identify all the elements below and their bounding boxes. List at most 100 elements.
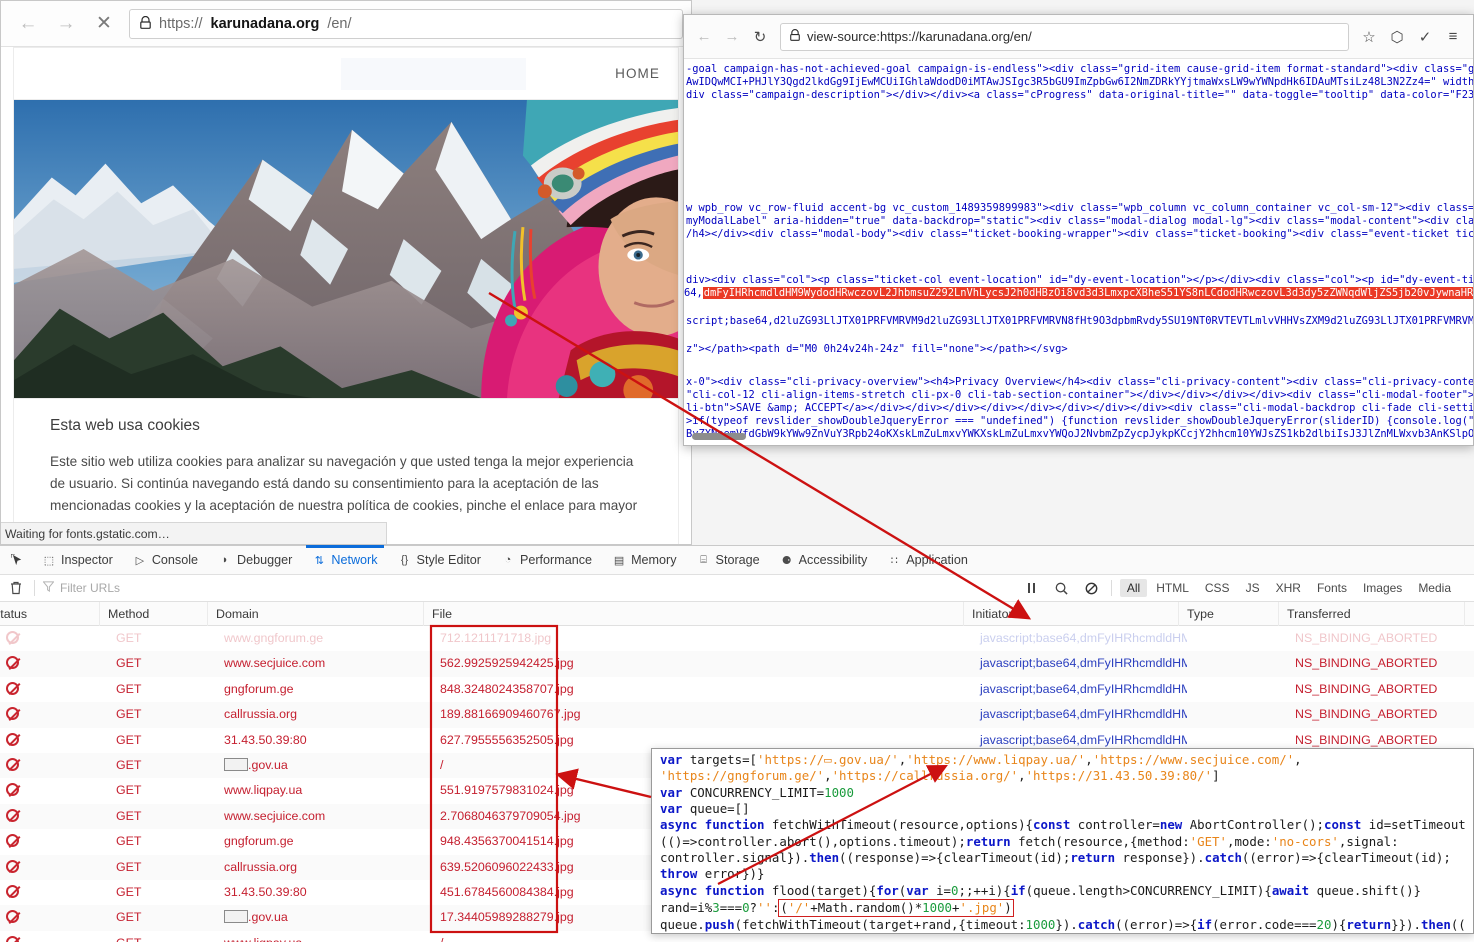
- status-blocked-icon: [0, 651, 108, 676]
- cell-file: 848.3248024358707.jpg: [440, 681, 574, 696]
- tab-network[interactable]: ⇅ Network: [302, 545, 387, 574]
- stop-button[interactable]: ✕: [85, 7, 123, 41]
- cell-transferred: NS_BINDING_ABORTED: [1295, 681, 1438, 696]
- status-blocked-icon: [0, 728, 108, 753]
- toolbar-divider-2: [1110, 580, 1112, 596]
- cell-method: GET: [116, 757, 142, 772]
- style-editor-icon: {}: [400, 554, 409, 566]
- toolbar-divider: [34, 580, 35, 596]
- highlighted-base64: dmFyIHRhcmdldHM9WydodHRwczovL2JhbmsuZ292…: [702, 287, 1473, 300]
- source-line: myModalLabel" aria-hidden="true" data-ba…: [686, 215, 1473, 227]
- pocket-icon[interactable]: ✓: [1411, 23, 1439, 51]
- column-header-status[interactable]: Status: [0, 602, 100, 626]
- type-filter-fonts[interactable]: Fonts: [1310, 579, 1354, 597]
- cell-method: GET: [116, 707, 142, 722]
- search-icon[interactable]: [1051, 582, 1073, 595]
- type-filter-xhr[interactable]: XHR: [1269, 579, 1308, 597]
- clear-icon[interactable]: [6, 581, 26, 595]
- vs-forward-button[interactable]: →: [718, 23, 746, 51]
- column-header-transferred[interactable]: Transferred: [1279, 602, 1465, 626]
- type-filter-js[interactable]: JS: [1239, 579, 1267, 597]
- code-line: var CONCURRENCY_LIMIT=1000: [660, 784, 854, 800]
- cell-method: GET: [116, 631, 142, 645]
- column-header-file[interactable]: File: [424, 602, 964, 626]
- table-row[interactable]: GET www.secjuice.com 562.9925925942425.jpg…: [0, 651, 1474, 677]
- tab-storage[interactable]: ⌸ Storage: [687, 546, 770, 574]
- table-row[interactable]: GET gngforum.ge 848.3248024358707.jpg javas…: [0, 676, 1474, 703]
- element-picker-button[interactable]: [2, 546, 32, 574]
- cell-file: 189.88166909460767.jpg: [440, 707, 581, 722]
- application-icon: ∷: [890, 554, 898, 567]
- type-filter-css[interactable]: CSS: [1198, 579, 1237, 597]
- filter-urls-input[interactable]: Filter URLs: [42, 581, 343, 595]
- type-filter-images[interactable]: Images: [1356, 579, 1409, 597]
- cell-transferred: NS_BINDING_ABORTED: [1295, 631, 1438, 645]
- tab-memory[interactable]: ▤ Memory: [602, 546, 686, 574]
- table-row[interactable]: GET www.gngforum.ge 712.1211171718.jpg java…: [0, 626, 1474, 652]
- source-line: /h4></div><div class="modal-body"><div c…: [686, 228, 1473, 240]
- code-line: var targets=['https://▭.gov.ua/','https:…: [660, 752, 1302, 767]
- shield-icon[interactable]: ⬡: [1383, 23, 1411, 51]
- source-line: "cli-col-12 cli-align-items-stretch cli-…: [686, 389, 1473, 401]
- debugger-icon: ◗: [221, 554, 229, 566]
- source-line: AwIDQwMCI+PHJlY3Qgd2lkdGg9IjEwMCUiIGhlaW…: [686, 76, 1473, 88]
- tab-inspector[interactable]: ⬚ Inspector: [32, 546, 123, 574]
- code-line: controller.signal}).then((response)=>{cl…: [660, 849, 1451, 865]
- cell-method: GET: [116, 910, 142, 925]
- table-row[interactable]: GET callrussia.org 189.88166909460767.jpg j…: [0, 702, 1474, 728]
- status-blocked-icon: [0, 905, 108, 930]
- browser-status-bar: Waiting for fonts.gstatic.com…: [1, 522, 387, 544]
- column-header-method[interactable]: Method: [100, 602, 208, 626]
- tab-accessibility[interactable]: ⚈ Accessibility: [770, 546, 878, 574]
- status-blocked-icon: [0, 677, 108, 702]
- table-header-row: StatusMethodDomainFileInitiatorTypeTrans…: [0, 602, 1474, 626]
- bookmark-star-icon[interactable]: ☆: [1355, 23, 1383, 51]
- cell-initiator: javascript;base64,dmFyIHRhcmdldHM9W…: [980, 631, 1187, 645]
- type-filter-group: All HTML CSS JS XHR Fonts Images Media: [1119, 579, 1468, 597]
- cell-domain: www.gngforum.ge: [224, 631, 324, 645]
- cell-method: GET: [116, 681, 142, 696]
- vs-back-button[interactable]: ←: [690, 23, 718, 51]
- address-bar[interactable]: https:// karunadana.org/en/: [129, 8, 683, 39]
- block-icon[interactable]: [1081, 582, 1103, 595]
- status-blocked-icon: [0, 778, 108, 803]
- source-line: li-btn">SAVE &amp; ACCEPT</a></div></div…: [686, 402, 1473, 414]
- menu-icon[interactable]: ≡: [1439, 23, 1467, 51]
- vs-address-bar[interactable]: view-source:https://karunadana.org/en/: [780, 22, 1349, 51]
- source-line: z"></path><path d="M0 0h24v24h-24z" fill…: [686, 343, 1068, 355]
- column-header-domain[interactable]: Domain: [208, 602, 424, 626]
- column-header-type[interactable]: Type: [1179, 602, 1279, 626]
- source-line: >if(typeof revslider_showDoubleJqueryErr…: [686, 415, 1473, 427]
- code-line: var queue=[]: [660, 800, 750, 816]
- tab-label: Application: [906, 553, 968, 567]
- source-line: x-0"><div class="cli-privacy-overview"><…: [686, 376, 1473, 388]
- tab-style-editor[interactable]: {} Style Editor: [388, 546, 491, 574]
- tab-performance[interactable]: ◔ Performance: [491, 546, 602, 574]
- network-icon: ⇅: [314, 554, 324, 567]
- cell-file: 712.1211171718.jpg: [440, 631, 552, 645]
- vs-reload-button[interactable]: ↻: [746, 23, 774, 51]
- tab-label: Style Editor: [416, 553, 481, 567]
- tab-label: Memory: [631, 553, 677, 567]
- horizontal-scrollbar[interactable]: [692, 433, 746, 440]
- status-blocked-icon: [0, 880, 108, 905]
- code-line: (()=>controller.abort(),options.timeout)…: [660, 833, 1399, 849]
- forward-button[interactable]: →: [47, 7, 85, 41]
- tab-application[interactable]: ∷ Application: [877, 546, 978, 574]
- tab-label: Console: [151, 553, 199, 567]
- type-filter-all[interactable]: All: [1119, 579, 1148, 597]
- pause-icon[interactable]: [1021, 582, 1043, 594]
- type-filter-media[interactable]: Media: [1411, 579, 1458, 597]
- status-blocked-icon: [0, 702, 108, 727]
- memory-icon: ▤: [613, 554, 625, 567]
- cell-domain: 31.43.50.39:80: [224, 732, 307, 747]
- type-filter-html[interactable]: HTML: [1149, 579, 1196, 597]
- filter-icon: [42, 581, 55, 595]
- nav-home-link[interactable]: HOME: [615, 66, 660, 81]
- view-source-code[interactable]: -goal campaign-has-not-achieved-goal cam…: [684, 59, 1473, 445]
- back-button[interactable]: ←: [9, 7, 47, 41]
- tab-debugger[interactable]: ◗ Debugger: [208, 546, 302, 574]
- cell-method: GET: [116, 656, 142, 671]
- tab-console[interactable]: ▷ Console: [123, 546, 208, 574]
- column-header-initiator[interactable]: Initiator: [964, 602, 1179, 626]
